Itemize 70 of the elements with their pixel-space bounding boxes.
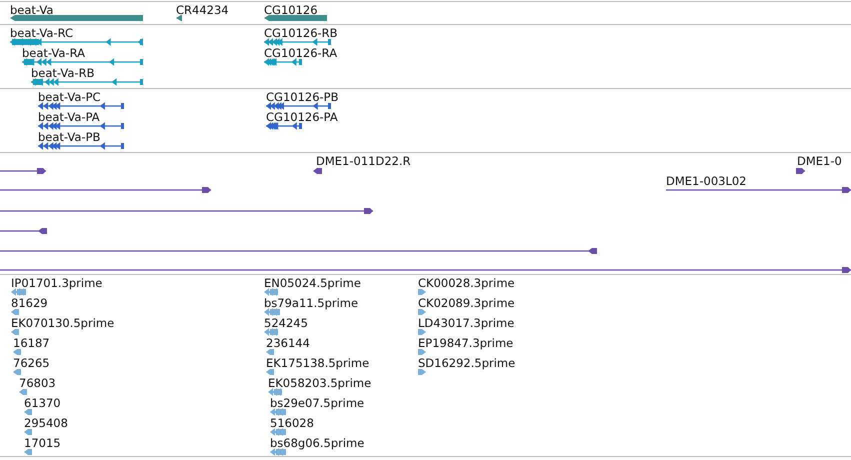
feature-label[interactable]: beat-Va-PA bbox=[38, 110, 100, 124]
read-glyph[interactable] bbox=[270, 427, 286, 437]
read-glyph[interactable] bbox=[266, 347, 274, 357]
clone-glyph[interactable] bbox=[0, 166, 46, 176]
feature-label[interactable]: CK00028.3prime bbox=[418, 276, 515, 290]
protein-glyph[interactable] bbox=[38, 101, 124, 111]
transcript-glyph[interactable] bbox=[31, 77, 143, 87]
feature-label[interactable]: beat-Va-RA bbox=[22, 46, 85, 60]
read-glyph[interactable] bbox=[24, 407, 32, 417]
feature-label[interactable]: 16187 bbox=[13, 336, 50, 350]
protein-glyph[interactable] bbox=[266, 121, 302, 131]
clone-glyph[interactable] bbox=[0, 206, 373, 216]
feature-label[interactable]: EN05024.5prime bbox=[264, 276, 361, 290]
feature-label[interactable]: beat-Va-PB bbox=[38, 130, 100, 144]
feature-label[interactable]: beat-Va bbox=[10, 3, 54, 17]
feature-label[interactable]: beat-Va-RC bbox=[10, 26, 74, 40]
feature-label[interactable]: CG10126-PA bbox=[266, 110, 338, 124]
read-glyph[interactable] bbox=[19, 387, 27, 397]
read-glyph[interactable] bbox=[11, 307, 19, 317]
feature-label[interactable]: SD16292.5prime bbox=[418, 356, 516, 370]
feature-label[interactable]: EK058203.5prime bbox=[268, 376, 372, 390]
transcript-glyph[interactable] bbox=[22, 57, 143, 67]
feature-label[interactable]: DME1-011D22.R bbox=[316, 154, 411, 168]
transcript-glyph[interactable] bbox=[264, 37, 331, 47]
clone-glyph[interactable] bbox=[666, 185, 851, 195]
clone-glyph[interactable] bbox=[0, 226, 47, 236]
feature-label[interactable]: 524245 bbox=[264, 316, 308, 330]
gene-glyph[interactable] bbox=[176, 13, 182, 23]
feature-label[interactable]: LD43017.3prime bbox=[418, 316, 514, 330]
feature-label[interactable]: bs79a11.5prime bbox=[264, 296, 358, 310]
feature-label[interactable]: 516028 bbox=[270, 416, 314, 430]
read-glyph[interactable] bbox=[13, 367, 21, 377]
feature-label[interactable]: DME1-0 bbox=[797, 154, 842, 168]
feature-label[interactable]: CG10126-RA bbox=[264, 46, 338, 60]
feature-label[interactable]: bs29e07.5prime bbox=[270, 396, 364, 410]
feature-label[interactable]: 76803 bbox=[19, 376, 56, 390]
feature-label[interactable]: IP01701.3prime bbox=[11, 276, 102, 290]
clone-glyph[interactable] bbox=[0, 265, 851, 274]
transcript-glyph[interactable] bbox=[10, 37, 143, 47]
feature-label[interactable]: CG10126-RB bbox=[264, 26, 338, 40]
protein-glyph[interactable] bbox=[38, 141, 124, 151]
read-glyph[interactable] bbox=[24, 427, 32, 437]
feature-label[interactable]: 236144 bbox=[266, 336, 310, 350]
feature-label[interactable]: bs68g06.5prime bbox=[270, 436, 364, 450]
clone-glyph[interactable] bbox=[0, 185, 211, 195]
feature-label[interactable]: 295408 bbox=[24, 416, 68, 430]
feature-label[interactable]: EK070130.5prime bbox=[11, 316, 114, 330]
gene-glyph[interactable] bbox=[264, 13, 327, 23]
feature-label[interactable]: EP19847.3prime bbox=[418, 336, 514, 350]
transcript-glyph[interactable] bbox=[264, 57, 302, 67]
clone-glyph[interactable] bbox=[0, 246, 597, 256]
protein-glyph[interactable] bbox=[266, 101, 331, 111]
feature-label[interactable]: 81629 bbox=[11, 296, 48, 310]
feature-label[interactable]: 76265 bbox=[13, 356, 50, 370]
feature-label[interactable]: 17015 bbox=[24, 436, 61, 450]
feature-label[interactable]: CG10126 bbox=[264, 3, 318, 17]
protein-glyph[interactable] bbox=[38, 121, 124, 131]
read-glyph[interactable] bbox=[24, 447, 32, 456]
feature-label[interactable]: EK175138.5prime bbox=[266, 356, 370, 370]
feature-label[interactable]: DME1-003L02 bbox=[666, 174, 746, 188]
feature-label[interactable]: CR44234 bbox=[176, 3, 229, 17]
feature-label[interactable]: CG10126-PB bbox=[266, 90, 338, 104]
feature-label[interactable]: beat-Va-PC bbox=[38, 90, 101, 104]
clone-glyph[interactable] bbox=[797, 166, 805, 176]
feature-label[interactable]: 61370 bbox=[24, 396, 61, 410]
read-glyph[interactable] bbox=[264, 327, 278, 337]
feature-label[interactable]: beat-Va-RB bbox=[31, 66, 94, 80]
read-glyph[interactable] bbox=[13, 347, 21, 357]
feature-label[interactable]: CK02089.3prime bbox=[418, 296, 515, 310]
clone-glyph[interactable] bbox=[316, 166, 322, 176]
